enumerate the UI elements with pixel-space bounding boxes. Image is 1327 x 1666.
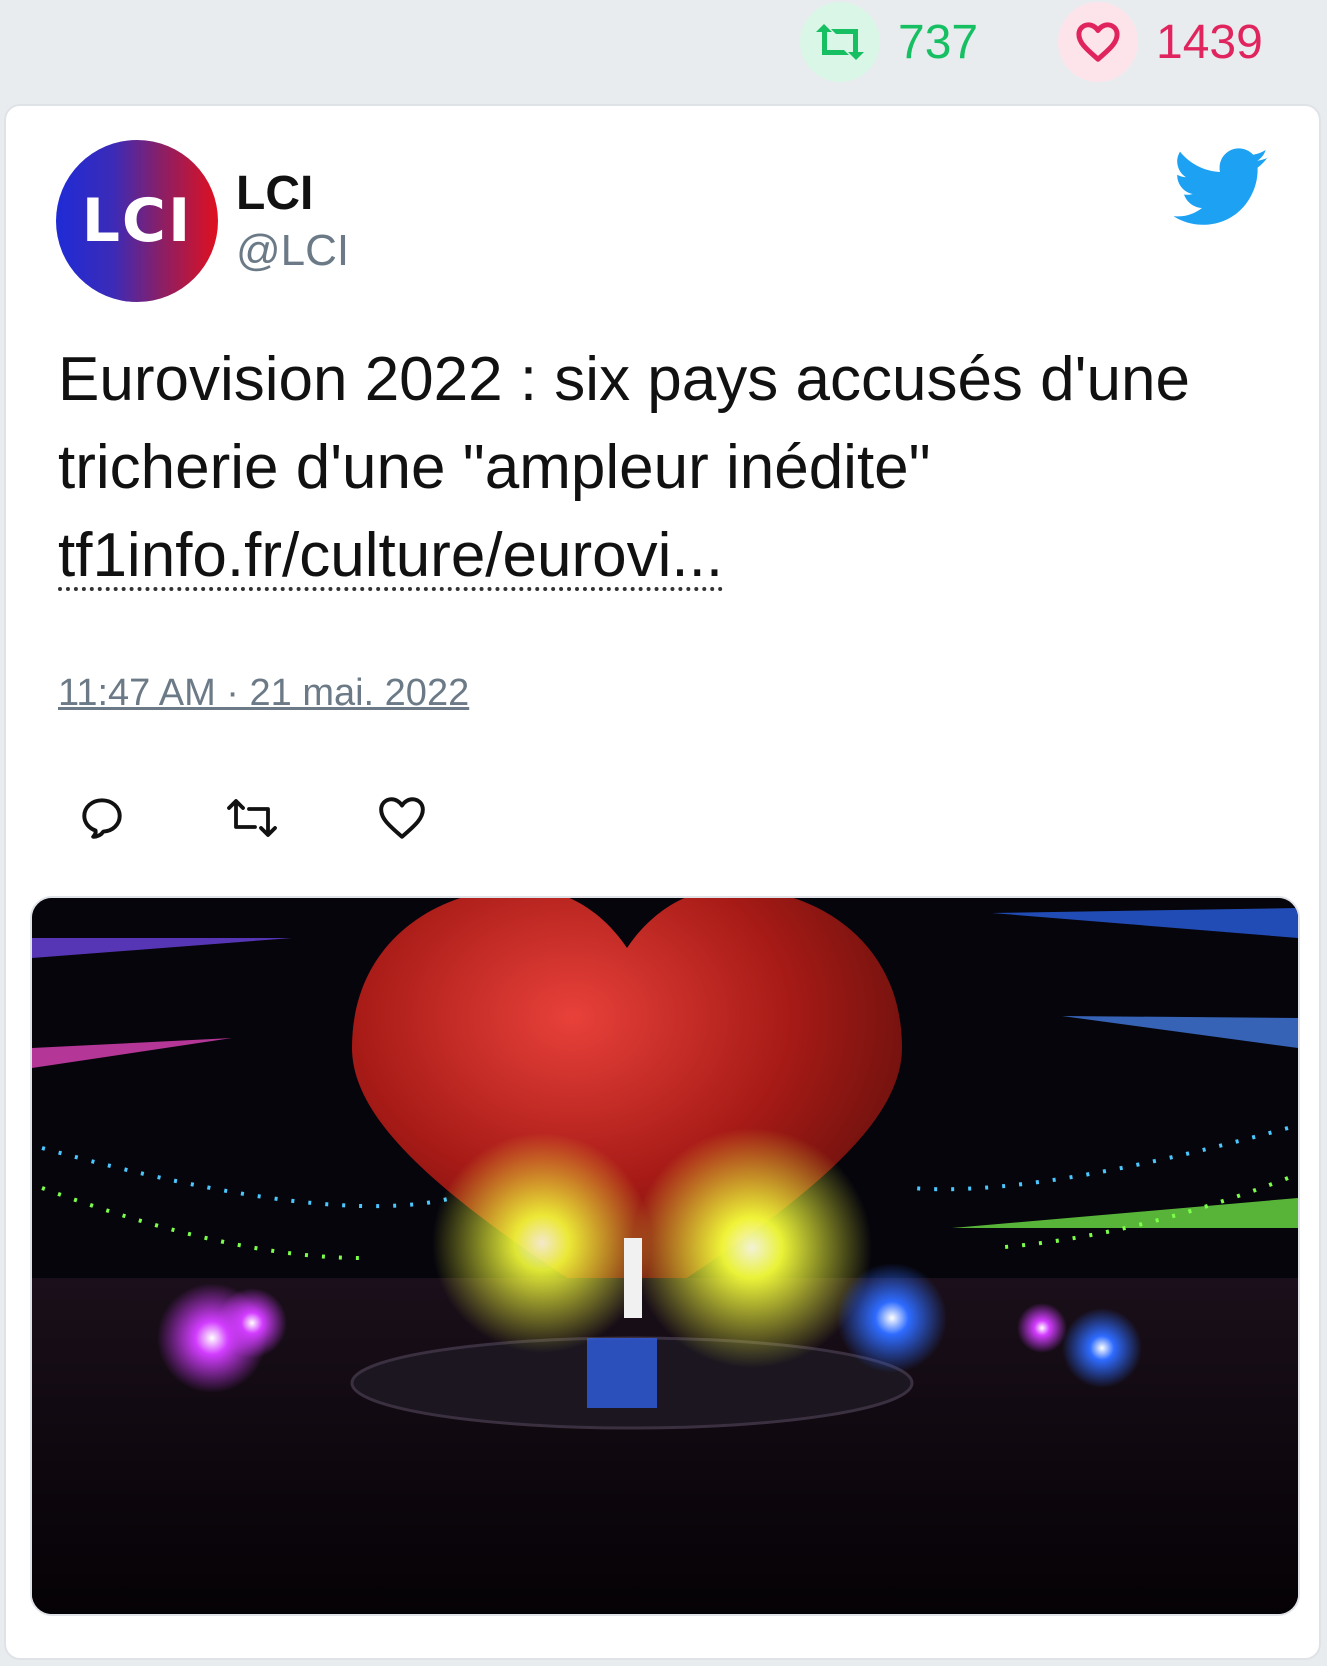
- retweet-button[interactable]: [226, 792, 278, 844]
- retweet-icon: [800, 2, 880, 82]
- author-handle[interactable]: @LCI: [236, 226, 349, 276]
- heart-icon: [379, 797, 425, 839]
- twitter-bird-icon[interactable]: [1173, 148, 1270, 228]
- tweet-link[interactable]: tf1info.fr/culture/eurovi...: [58, 525, 724, 591]
- retweet-stat[interactable]: 737: [800, 2, 978, 82]
- avatar-logo-text: LCI: [81, 186, 193, 256]
- retweet-icon: [227, 799, 277, 837]
- tweet-card: LCI LCI @LCI Eurovision 2022 : six pays …: [4, 104, 1321, 1660]
- like-count: 1439: [1156, 15, 1263, 69]
- author-display-name[interactable]: LCI: [236, 166, 313, 221]
- reply-icon: [82, 798, 122, 839]
- like-button[interactable]: [376, 792, 428, 844]
- tweet-headline: Eurovision 2022 : six pays accusés d'une…: [58, 345, 1190, 502]
- heart-icon: [1058, 2, 1138, 82]
- avatar[interactable]: LCI: [56, 140, 218, 302]
- tweet-timestamp[interactable]: 11:47 AM · 21 mai. 2022: [58, 672, 469, 715]
- retweet-count: 737: [898, 15, 979, 69]
- eurovision-stage-photo: [32, 898, 1298, 1614]
- tweet-media-photo[interactable]: [30, 896, 1300, 1616]
- like-stat[interactable]: 1439: [1058, 2, 1263, 82]
- reply-button[interactable]: [76, 792, 128, 844]
- tweet-text: Eurovision 2022 : six pays accusés d'une…: [58, 336, 1278, 600]
- stats-bar: 737 1439: [0, 0, 1327, 100]
